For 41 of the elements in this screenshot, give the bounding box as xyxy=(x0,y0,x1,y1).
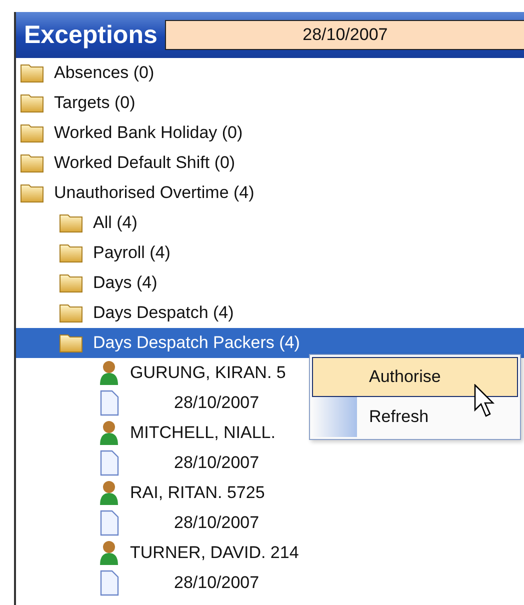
folder-icon xyxy=(59,213,83,233)
tree-item[interactable]: 28/10/2007 xyxy=(98,448,266,478)
tree-item[interactable]: Worked Default Shift (0) xyxy=(20,148,242,178)
menu-item[interactable]: Authorise xyxy=(312,357,518,397)
document-icon xyxy=(98,450,120,476)
panel-title: Exceptions xyxy=(24,20,158,50)
tree-item[interactable]: RAI, RITAN. 5725 xyxy=(98,478,271,508)
folder-icon xyxy=(59,273,83,293)
tree-item[interactable]: All (4) xyxy=(59,208,144,238)
tree-item[interactable]: Unauthorised Overtime (4) xyxy=(20,178,260,208)
folder-icon xyxy=(59,333,83,353)
document-icon xyxy=(98,510,120,536)
tree-item[interactable]: MITCHELL, NIALL. xyxy=(98,418,282,448)
tree-item[interactable]: Targets (0) xyxy=(20,88,142,118)
tree-item[interactable]: TURNER, DAVID. 214 xyxy=(98,538,305,568)
folder-icon xyxy=(59,303,83,323)
tree-item[interactable]: 28/10/2007 xyxy=(98,388,266,418)
tree-item[interactable]: Days (4) xyxy=(59,268,164,298)
menu-item[interactable]: Refresh xyxy=(312,397,518,437)
pointer-icon xyxy=(474,384,496,418)
person-icon xyxy=(98,480,120,506)
tree-item[interactable]: Absences (0) xyxy=(20,58,160,88)
tree-item[interactable]: 28/10/2007 xyxy=(98,568,266,598)
person-icon xyxy=(98,360,120,386)
person-icon xyxy=(98,420,120,446)
tree-item[interactable]: 28/10/2007 xyxy=(98,508,266,538)
folder-icon xyxy=(20,153,44,173)
tree-item[interactable]: Payroll (4) xyxy=(59,238,176,268)
document-icon xyxy=(98,390,120,416)
document-icon xyxy=(98,570,120,596)
folder-icon xyxy=(59,243,83,263)
tree-item[interactable]: Days Despatch Packers (4) xyxy=(16,328,524,358)
tree-item[interactable]: GURUNG, KIRAN. 5 xyxy=(98,358,292,388)
person-icon xyxy=(98,540,120,566)
tree-item[interactable]: Days Despatch (4) xyxy=(59,298,240,328)
folder-icon xyxy=(20,123,44,143)
folder-icon xyxy=(20,93,44,113)
tree-item[interactable]: Worked Bank Holiday (0) xyxy=(20,118,249,148)
folder-icon xyxy=(20,183,44,203)
date-field[interactable]: 28/10/2007 xyxy=(165,20,524,50)
folder-icon xyxy=(20,63,44,83)
